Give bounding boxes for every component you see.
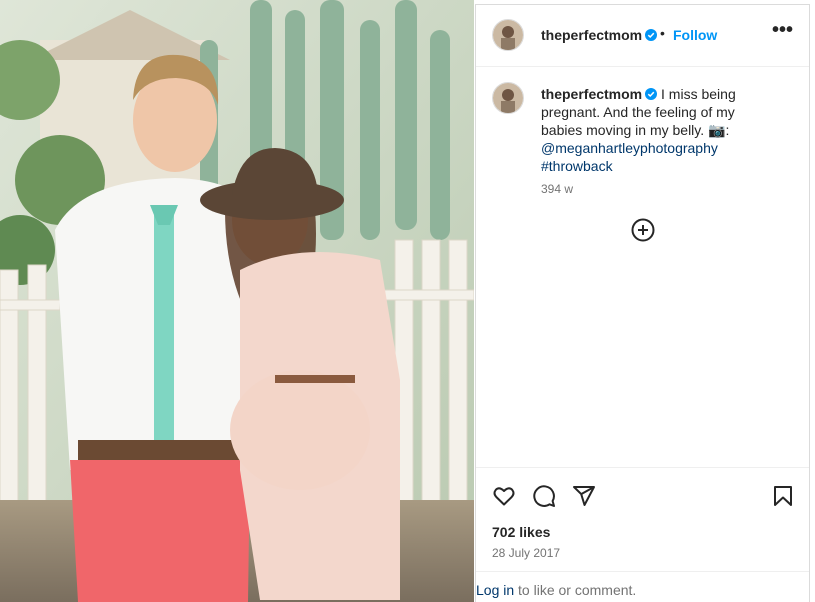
post-photo[interactable] (0, 0, 474, 602)
caption-text: theperfectmom I miss being pregnant. And… (541, 85, 751, 175)
login-link[interactable]: Log in (476, 582, 514, 598)
likes-count[interactable]: 702 likes (492, 524, 550, 540)
follow-button[interactable]: Follow (673, 27, 717, 43)
post-sidebar: theperfectmom • Follow ••• theperfectmom… (475, 4, 810, 602)
mention-link[interactable]: @meganhartleyphotography (541, 140, 718, 156)
caption-username[interactable]: theperfectmom (541, 86, 642, 102)
post-date: 28 July 2017 (492, 546, 561, 560)
more-options-icon[interactable]: ••• (772, 19, 793, 42)
action-bar: 702 likes 28 July 2017 Log in to like or… (476, 467, 809, 602)
login-prompt: Log in to like or comment. (476, 571, 809, 598)
separator-dot: • (660, 25, 665, 41)
save-icon[interactable] (771, 484, 795, 508)
hashtag-link[interactable]: #throwback (541, 158, 613, 174)
post-header: theperfectmom • Follow ••• (476, 5, 809, 67)
avatar-image (493, 20, 523, 50)
share-icon[interactable] (572, 484, 596, 508)
verified-badge-icon (645, 29, 658, 41)
avatar-image (493, 83, 523, 113)
heart-icon[interactable] (492, 484, 516, 508)
avatar[interactable] (492, 19, 524, 51)
username-link[interactable]: theperfectmom (541, 27, 658, 43)
add-circle-icon[interactable] (631, 218, 655, 242)
comment-icon[interactable] (532, 484, 556, 508)
login-suffix: to like or comment. (514, 582, 637, 598)
post-photo-illustration (0, 0, 474, 602)
username: theperfectmom (541, 27, 643, 43)
verified-badge-icon (645, 88, 658, 100)
timestamp: 394 w (541, 182, 574, 196)
caption-avatar[interactable] (492, 82, 524, 114)
